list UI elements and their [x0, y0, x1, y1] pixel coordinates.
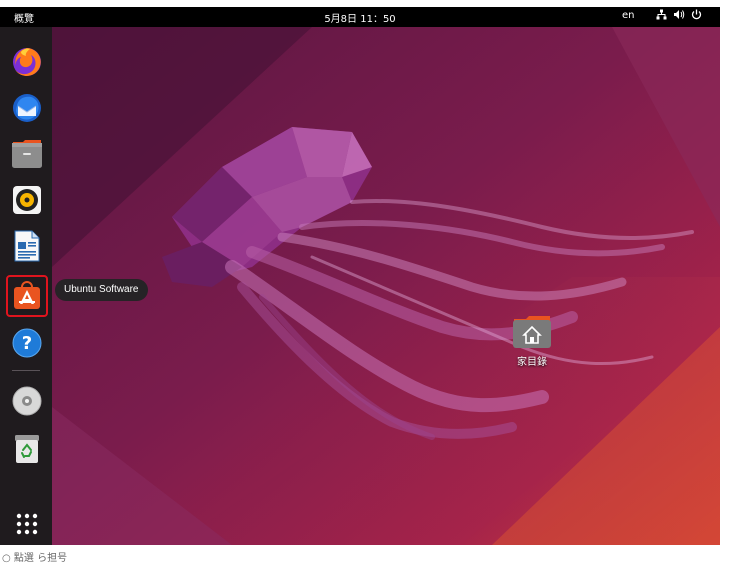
- dock-firefox[interactable]: [8, 43, 46, 81]
- top-bar: 概覽 5月8日 11：50 en: [0, 7, 720, 27]
- system-tray[interactable]: [656, 9, 702, 20]
- caption-text: ○ 點選 ら担号: [2, 553, 68, 564]
- disc-icon: [12, 386, 42, 416]
- language-indicator[interactable]: en: [622, 10, 635, 21]
- trash-icon: [15, 435, 39, 463]
- dock-trash[interactable]: [8, 429, 46, 467]
- dock-rhythmbox[interactable]: [8, 181, 46, 219]
- thunderbird-icon: [13, 94, 41, 122]
- software-icon: [14, 281, 40, 309]
- dock: ?: [0, 27, 52, 545]
- desktop[interactable]: 家目錄: [52, 27, 720, 545]
- dock-files[interactable]: [8, 135, 46, 173]
- wallpaper-jellyfish: [52, 27, 720, 545]
- dock-tooltip: Ubuntu Software: [55, 279, 148, 301]
- dock-ubuntu-software[interactable]: [6, 275, 48, 317]
- help-icon: ?: [12, 328, 42, 358]
- dock-dvd[interactable]: [8, 382, 46, 420]
- power-icon: [691, 9, 702, 20]
- dock-thunderbird[interactable]: [8, 89, 46, 127]
- volume-icon: [674, 10, 685, 19]
- network-icon: [656, 9, 667, 20]
- writer-icon: [14, 230, 40, 262]
- dock-libreoffice-writer[interactable]: [8, 227, 46, 265]
- dock-separator: [12, 370, 40, 371]
- clock[interactable]: 5月8日 11：50: [0, 10, 720, 25]
- dock-help[interactable]: ?: [8, 324, 46, 362]
- dock-show-apps[interactable]: [8, 505, 46, 543]
- home-folder-icon: [513, 316, 551, 348]
- home-folder-desktop-icon[interactable]: 家目錄: [500, 315, 564, 368]
- home-folder-label: 家目錄: [517, 357, 547, 368]
- screen: 家目錄 概覽 5月8日 11：50 en ? Ubuntu Software: [0, 7, 720, 545]
- firefox-icon: [13, 48, 41, 76]
- rhythmbox-icon: [13, 186, 41, 214]
- files-icon: [12, 140, 42, 168]
- app-grid-icon: [16, 513, 38, 535]
- svg-text:?: ?: [22, 333, 32, 354]
